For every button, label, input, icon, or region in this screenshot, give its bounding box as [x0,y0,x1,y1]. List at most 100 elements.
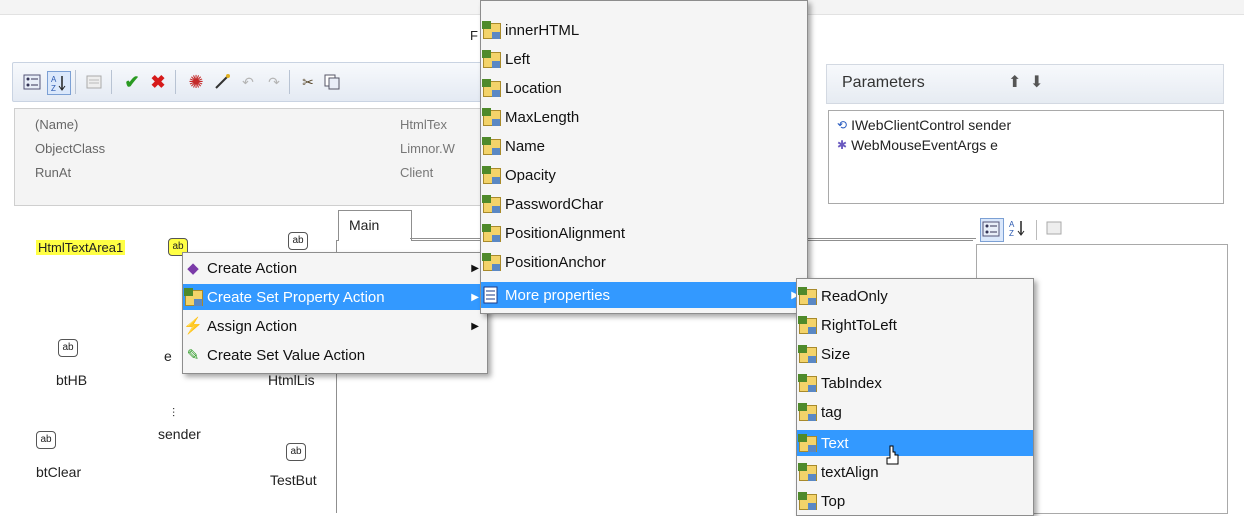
menu-item-create-set-value-action[interactable]: ✎ Create Set Value Action [183,342,487,368]
menu-item-label: Create Action [207,259,298,277]
property-icon [481,252,501,272]
parameter-item[interactable]: ⟲ IWebClientControl sender [837,117,1011,133]
menu-item-passwordchar[interactable]: PasswordChar [481,191,807,217]
parameters-list: ⟲ IWebClientControl sender ✱ WebMouseEve… [828,110,1224,204]
menu-item-text[interactable]: Text [797,430,1033,456]
component-testbut-label: TestBut [270,472,317,488]
categorized-icon[interactable] [21,71,43,93]
property-row[interactable]: ObjectClass Limnor.W [15,137,481,161]
menu-item-tabindex[interactable]: TabIndex [797,370,1033,396]
cut-icon[interactable]: ✂ [297,71,319,93]
property-name: RunAt [35,165,72,180]
menu-item-create-set-property-action[interactable]: Create Set Property Action ▶ [183,284,487,310]
property-icon [481,223,501,243]
menu-item-tag[interactable]: tag [797,399,1033,425]
menu-item-left[interactable]: Left [481,46,807,72]
menu-item-label: Create Set Property Action [207,288,385,306]
menu-item-readonly[interactable]: ReadOnly [797,283,1033,309]
accept-icon[interactable]: ✔ [121,71,143,93]
svg-text:Z: Z [51,84,56,92]
property-name: ObjectClass [35,141,106,156]
lightning-icon: ⚡ [183,318,203,335]
move-down-icon[interactable]: ⬇ [1030,72,1043,92]
menu-item-label: RightToLeft [821,316,897,334]
property-icon [481,20,501,40]
menu-item-positionalignment[interactable]: PositionAlignment [481,220,807,246]
property-icon [481,49,501,69]
menu-item-label: tag [821,403,842,421]
magic-wand-icon[interactable] [211,71,233,93]
property-row[interactable]: RunAt Client [15,161,481,185]
menu-item-positionanchor[interactable]: PositionAnchor [481,249,807,275]
property-icon [797,315,817,335]
menu-item-label: innerHTML [505,21,580,39]
main-toolbar: AZ ✔ ✖ ✺ ↶ ↷ ✂ [12,62,482,102]
sun-icon[interactable]: ✺ [185,71,207,93]
menu-item-opacity[interactable]: Opacity [481,162,807,188]
property-pages-icon[interactable] [83,71,105,93]
menu-item-innerhtml[interactable]: innerHTML [481,17,807,43]
property-row[interactable]: (Name) HtmlTex [15,113,481,137]
menu-item-label: Top [821,492,846,510]
undo-icon[interactable]: ↶ [237,71,259,93]
redo-icon[interactable]: ↷ [263,71,285,93]
context-menu: ◆ Create Action ▶ Create Set Property Ac… [182,252,488,374]
parameter-item[interactable]: ✱ WebMouseEventArgs e [837,137,998,153]
ab-icon-text: ab [288,232,308,250]
move-up-icon[interactable]: ⬆ [1008,72,1021,92]
property-icon [481,78,501,98]
component-htmltextarea-label[interactable]: HtmlTextArea1 [36,240,126,255]
alphabetical-sort-icon[interactable]: AZ [1008,218,1030,240]
component-e-label: e [164,348,172,364]
menu-item-location[interactable]: Location [481,75,807,101]
cancel-icon[interactable]: ✖ [147,71,169,93]
menu-item-label: PositionAlignment [505,224,626,242]
menu-item-label: Assign Action [207,317,298,335]
categorized-icon[interactable] [980,218,1004,242]
ab-icon-text: ab [58,339,78,357]
component-testbut[interactable]: ab [286,442,306,461]
menu-item-label: PositionAnchor [505,253,606,271]
more-properties-icon [481,285,501,305]
menu-item-more-properties[interactable]: More properties ▶ [481,282,807,308]
menu-item-label: Location [505,79,562,97]
menu-item-assign-action[interactable]: ⚡ Assign Action ▶ [183,313,487,339]
property-submenu: innerHTML Left Location MaxLength Name O… [480,0,808,314]
ab-icon-text: ab [36,431,56,449]
property-grid: (Name) HtmlTex ObjectClass Limnor.W RunA… [14,108,482,206]
mouse-cursor-icon [884,444,904,473]
component-top-icon[interactable]: ab [288,230,308,250]
menu-item-label: More properties [505,286,611,304]
svg-text:A: A [51,75,57,84]
menu-item-textalign[interactable]: textAlign [797,459,1033,485]
property-value: Limnor.W [400,141,455,156]
gear-icon: ✱ [837,138,848,152]
menu-item-label: TabIndex [821,374,882,392]
menu-item-righttoleft[interactable]: RightToLeft [797,312,1033,338]
sender-icon[interactable]: ⫶ [172,406,175,421]
menu-item-maxlength[interactable]: MaxLength [481,104,807,130]
component-btclear[interactable]: ab [36,430,56,449]
component-sender-label: sender [158,426,201,442]
property-icon [183,287,203,307]
property-pages-icon[interactable] [1044,218,1066,240]
submenu-arrow-icon: ▶ [471,291,479,303]
tab-main[interactable]: Main [338,210,412,241]
copy-icon[interactable] [321,71,343,93]
right-toolbar: AZ [978,216,1098,242]
menu-item-size[interactable]: Size [797,341,1033,367]
property-icon [481,165,501,185]
menu-item-top[interactable]: Top [797,488,1033,514]
property-value: HtmlTex [400,117,447,132]
property-icon [797,491,817,511]
menu-item-label: Text [821,434,849,452]
svg-text:Z: Z [1009,229,1014,238]
menu-item-label: Left [505,50,531,68]
menu-item-create-action[interactable]: ◆ Create Action ▶ [183,255,487,281]
menu-item-name[interactable]: Name [481,133,807,159]
alphabetical-sort-icon[interactable]: AZ [47,71,71,95]
property-icon [797,344,817,364]
component-bthb[interactable]: ab [58,338,78,357]
menu-item-label: ReadOnly [821,287,888,305]
property-icon [481,136,501,156]
